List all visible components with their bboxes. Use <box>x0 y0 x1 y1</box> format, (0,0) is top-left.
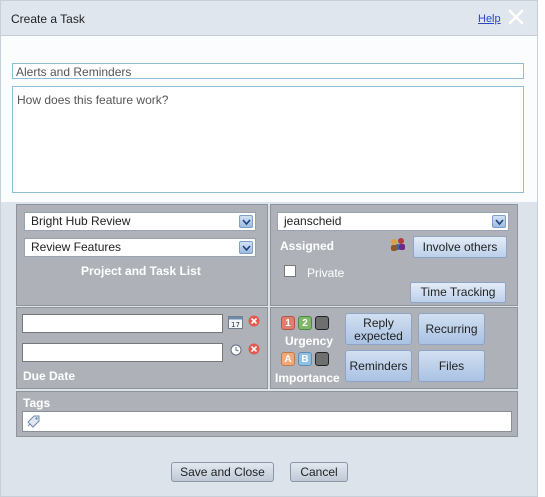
private-label: Private <box>307 266 345 280</box>
urgency-level-3[interactable] <box>315 316 329 330</box>
chevron-down-icon <box>239 215 253 228</box>
time-tracking-button[interactable]: Time Tracking <box>410 282 506 303</box>
task-list-select-value: Review Features <box>31 240 122 254</box>
task-description-field[interactable]: How does this feature work? <box>12 86 524 193</box>
importance-level-a[interactable]: A <box>281 352 295 366</box>
importance-level-c[interactable] <box>315 352 329 366</box>
tags-label: Tags <box>23 396 51 410</box>
reply-expected-label: Reply expected <box>354 316 403 343</box>
urgency-level-2[interactable]: 2 <box>298 316 312 330</box>
cancel-button[interactable]: Cancel <box>290 462 348 482</box>
reply-expected-button[interactable]: Reply expected <box>345 313 412 345</box>
involve-others-button[interactable]: Involve others <box>413 236 507 258</box>
private-checkbox[interactable] <box>284 265 296 277</box>
chevron-down-icon <box>239 241 253 254</box>
project-panel-label: Project and Task List <box>81 264 201 278</box>
due-date-input[interactable] <box>22 314 223 333</box>
project-select[interactable]: Bright Hub Review <box>24 212 256 231</box>
reminders-button[interactable]: Reminders <box>345 350 412 382</box>
create-task-dialog: Create a Task Help Alerts and Reminders … <box>0 0 538 497</box>
clear-time-icon[interactable] <box>248 343 260 358</box>
tag-icon <box>26 414 41 432</box>
task-title-field[interactable]: Alerts and Reminders <box>12 63 524 79</box>
clear-date-icon[interactable] <box>248 315 260 330</box>
project-select-value: Bright Hub Review <box>31 214 131 228</box>
assignee-select[interactable]: jeanscheid <box>277 212 509 231</box>
calendar-icon[interactable]: 17 <box>228 315 243 332</box>
people-icon <box>389 237 407 256</box>
urgency-label: Urgency <box>285 334 334 348</box>
importance-label: Importance <box>275 371 340 385</box>
chevron-down-icon <box>492 215 506 228</box>
assignee-select-value: jeanscheid <box>284 214 342 228</box>
due-date-label: Due Date <box>23 369 76 383</box>
close-icon[interactable] <box>506 7 526 27</box>
due-time-input[interactable] <box>22 343 223 362</box>
help-link[interactable]: Help <box>478 13 501 25</box>
importance-level-b[interactable]: B <box>298 352 312 366</box>
recurring-button[interactable]: Recurring <box>418 313 485 345</box>
dialog-title: Create a Task <box>11 12 85 26</box>
tags-input[interactable] <box>22 411 512 432</box>
assigned-label: Assigned <box>280 239 335 253</box>
save-and-close-button[interactable]: Save and Close <box>171 462 274 482</box>
files-button[interactable]: Files <box>418 350 485 382</box>
urgency-level-1[interactable]: 1 <box>281 316 295 330</box>
clock-icon[interactable] <box>230 344 242 359</box>
title-bar: Create a Task Help <box>1 1 537 36</box>
svg-text:17: 17 <box>231 321 240 329</box>
task-list-select[interactable]: Review Features <box>24 238 256 257</box>
